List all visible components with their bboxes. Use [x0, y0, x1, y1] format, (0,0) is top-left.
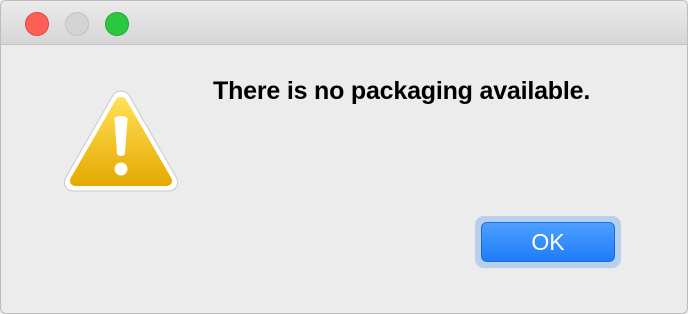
warning-triangle-icon [63, 90, 179, 192]
alert-window: There is no packaging available. OK [0, 0, 688, 314]
close-window-button[interactable] [25, 12, 49, 36]
minimize-window-button[interactable] [65, 12, 89, 36]
alert-message: There is no packaging available. [213, 77, 591, 105]
zoom-window-button[interactable] [105, 12, 129, 36]
ok-button[interactable]: OK [481, 222, 615, 262]
title-bar [1, 1, 687, 45]
